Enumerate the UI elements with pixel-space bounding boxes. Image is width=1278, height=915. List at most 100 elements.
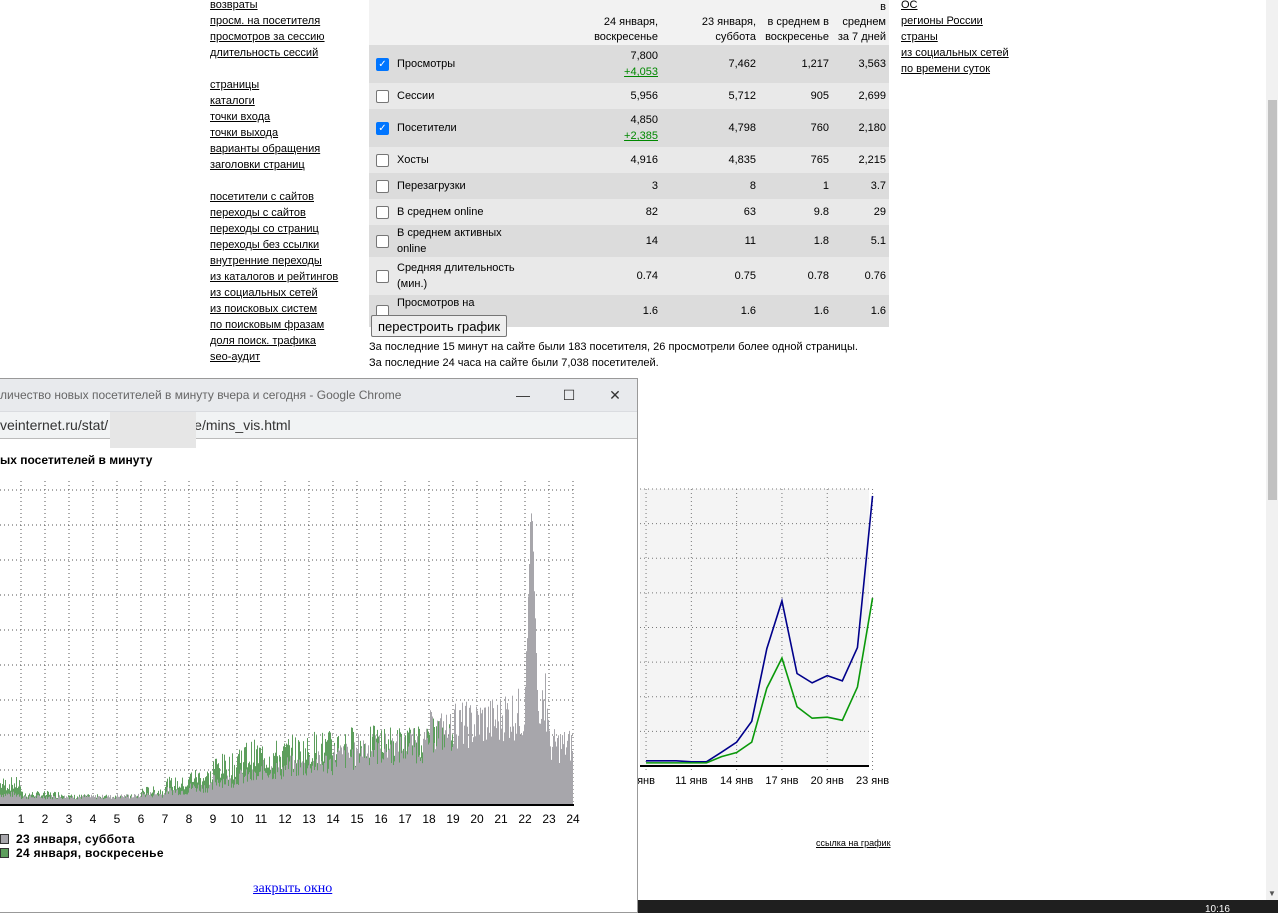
- bar-saturday: [93, 795, 94, 805]
- bar-saturday: [489, 732, 490, 805]
- minimize-icon[interactable]: —: [500, 379, 546, 411]
- report-link[interactable]: ОС: [901, 0, 1009, 13]
- report-link[interactable]: из социальных сетей: [901, 45, 1009, 61]
- metric-checkbox[interactable]: [376, 270, 389, 283]
- bar-saturday: [255, 772, 256, 805]
- sidebar-link[interactable]: доля поиск. трафика: [210, 333, 360, 349]
- bar-saturday: [144, 793, 145, 805]
- sidebar-link[interactable]: точки входа: [210, 109, 360, 125]
- chart-link[interactable]: ссылка на график: [816, 838, 891, 848]
- bar-saturday: [546, 731, 547, 805]
- bar-saturday: [194, 786, 195, 805]
- scroll-down-arrow-icon[interactable]: ▼: [1268, 889, 1276, 898]
- sidebar-link[interactable]: переходы без ссылки: [210, 237, 360, 253]
- bar-saturday: [225, 784, 226, 805]
- sidebar-link[interactable]: из социальных сетей: [210, 285, 360, 301]
- bar-saturday: [175, 792, 176, 805]
- bar-saturday: [298, 775, 299, 805]
- close-window-link[interactable]: закрыть окно: [253, 881, 332, 897]
- delta-link[interactable]: +4,053: [624, 66, 658, 78]
- sidebar-link[interactable]: просмотров за сессию: [210, 29, 360, 45]
- page-scrollbar[interactable]: ▼: [1266, 0, 1278, 900]
- bar-saturday: [78, 797, 79, 805]
- bar-saturday: [396, 741, 397, 805]
- scrollbar-thumb[interactable]: [1268, 100, 1277, 500]
- metric-value: 1.6: [661, 295, 759, 327]
- bar-saturday: [367, 753, 368, 805]
- sidebar-link[interactable]: из каталогов и рейтингов: [210, 269, 360, 285]
- sidebar-link[interactable]: переходы с сайтов: [210, 205, 360, 221]
- x-tick-label: 12: [278, 812, 292, 824]
- metric-checkbox[interactable]: [376, 235, 389, 248]
- sidebar-link[interactable]: варианты обращения: [210, 141, 360, 157]
- sidebar-link[interactable]: просм. на посетителя: [210, 13, 360, 29]
- bar-saturday: [525, 686, 526, 805]
- metric-checkbox[interactable]: [376, 154, 389, 167]
- sidebar-link[interactable]: каталоги: [210, 93, 360, 109]
- report-link[interactable]: страны: [901, 29, 1009, 45]
- maximize-icon[interactable]: ☐: [546, 379, 592, 411]
- bar-saturday: [248, 774, 249, 805]
- bar-saturday: [154, 792, 155, 805]
- bar-saturday: [436, 746, 437, 805]
- bar-saturday: [560, 736, 561, 805]
- bar-saturday: [182, 790, 183, 805]
- metric-value: 1.6: [832, 295, 889, 327]
- bar-saturday: [5, 795, 6, 805]
- metric-checkbox[interactable]: [376, 206, 389, 219]
- bar-saturday: [370, 756, 371, 805]
- bar-saturday: [302, 761, 303, 805]
- bar-saturday: [482, 709, 483, 805]
- report-link[interactable]: по времени суток: [901, 61, 1009, 77]
- sidebar-link[interactable]: посетители с сайтов: [210, 189, 360, 205]
- bar-saturday: [251, 780, 252, 805]
- bar-saturday: [268, 777, 269, 805]
- sidebar-link[interactable]: seo-аудит: [210, 349, 360, 365]
- bar-saturday: [142, 792, 143, 805]
- sidebar-link[interactable]: заголовки страниц: [210, 157, 360, 173]
- bar-saturday: [259, 771, 260, 805]
- metric-checkbox[interactable]: ✓: [376, 122, 389, 135]
- x-tick-label: 11: [255, 812, 268, 824]
- delta-link[interactable]: +2,385: [624, 130, 658, 142]
- bar-saturday: [362, 756, 363, 805]
- bar-saturday: [293, 772, 294, 805]
- rebuild-chart-button[interactable]: перестроить график: [371, 315, 508, 337]
- bar-saturday: [456, 734, 457, 805]
- bar-saturday: [276, 763, 277, 805]
- metric-checkbox[interactable]: ✓: [376, 58, 389, 71]
- bar-saturday: [37, 795, 38, 805]
- bar-saturday: [443, 721, 444, 805]
- bar-saturday: [165, 794, 166, 805]
- sidebar-link[interactable]: точки выхода: [210, 125, 360, 141]
- bar-saturday: [566, 747, 567, 805]
- bar-saturday: [403, 758, 404, 805]
- sidebar-link[interactable]: длительность сессий: [210, 45, 360, 61]
- bar-saturday: [71, 797, 72, 805]
- bar-saturday: [338, 748, 339, 805]
- sidebar-link[interactable]: страницы: [210, 77, 360, 93]
- bar-saturday: [117, 794, 118, 805]
- bar-saturday: [382, 758, 383, 805]
- bar-saturday: [450, 714, 451, 805]
- header-avg-sunday: в среднем в воскресенье: [759, 0, 832, 45]
- x-tick-label: 5: [114, 812, 121, 824]
- x-tick-label: янв: [637, 775, 655, 787]
- sidebar-link[interactable]: по поисковым фразам: [210, 317, 360, 333]
- metric-checkbox[interactable]: [376, 90, 389, 103]
- close-icon[interactable]: ✕: [592, 379, 638, 411]
- sidebar-link[interactable]: переходы со страниц: [210, 221, 360, 237]
- bar-saturday: [340, 745, 341, 805]
- sidebar-link[interactable]: возвраты: [210, 0, 360, 13]
- popup-address-bar[interactable]: veinternet.ru/stat/e/mins_vis.html: [0, 411, 637, 448]
- bar-saturday: [503, 741, 504, 805]
- bar-saturday: [151, 796, 152, 805]
- metric-checkbox[interactable]: [376, 180, 389, 193]
- bar-saturday: [535, 618, 536, 805]
- sidebar-link[interactable]: внутренние переходы: [210, 253, 360, 269]
- popup-titlebar[interactable]: личество новых посетителей в минуту вчер…: [0, 379, 637, 411]
- report-link[interactable]: регионы России: [901, 13, 1009, 29]
- bar-saturday: [208, 788, 209, 805]
- bar-saturday: [428, 744, 429, 805]
- sidebar-link[interactable]: из поисковых систем: [210, 301, 360, 317]
